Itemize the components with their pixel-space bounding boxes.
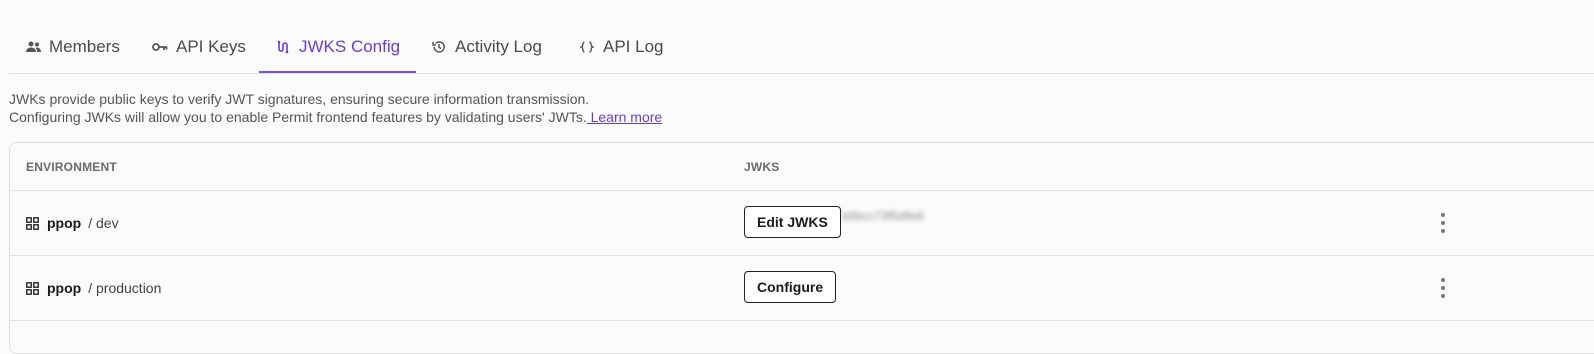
grid-icon: [26, 216, 39, 230]
grid-icon: [26, 281, 39, 295]
table-row: ppop / production Configure: [10, 256, 1594, 321]
tab-label: API Log: [603, 37, 664, 56]
table-header: ENVIRONMENT JWKS: [10, 143, 1594, 191]
tab-activity-log[interactable]: Activity Log: [431, 22, 542, 72]
jwks-table: ENVIRONMENT JWKS ppop / dev b0bcc73f5d9e…: [9, 142, 1594, 354]
column-header-environment: ENVIRONMENT: [26, 160, 117, 174]
environment-name: / production: [88, 280, 162, 296]
description-line-2-text: Configuring JWKs will allow you to enabl…: [9, 109, 587, 125]
project-name: ppop: [47, 280, 82, 296]
environment-cell: ppop / production: [26, 256, 161, 320]
environment-cell: ppop / dev: [26, 191, 119, 255]
code-icon: [579, 39, 595, 55]
tab-api-log[interactable]: API Log: [579, 22, 664, 72]
tab-label: API Keys: [176, 37, 246, 56]
tab-members[interactable]: Members: [25, 22, 120, 72]
jwks-description: JWKs provide public keys to verify JWT s…: [9, 90, 662, 126]
tab-bar: Members API Keys JWKS Config Activity Lo…: [9, 22, 1594, 74]
more-options-icon[interactable]: [1435, 278, 1451, 298]
tab-label: Activity Log: [455, 37, 542, 56]
configure-button[interactable]: Configure: [744, 271, 837, 303]
environment-name: / dev: [88, 215, 119, 231]
jwks-value-redacted: b0bcc73f5d9e6: [842, 209, 925, 223]
tab-label: JWKS Config: [299, 37, 401, 56]
tab-jwks-config[interactable]: JWKS Config: [259, 22, 417, 73]
key-icon: [152, 39, 168, 55]
tab-api-keys[interactable]: API Keys: [152, 22, 246, 72]
description-line-1: JWKs provide public keys to verify JWT s…: [9, 91, 590, 107]
column-header-jwks: JWKS: [744, 160, 780, 174]
learn-more-link[interactable]: Learn more: [587, 109, 663, 125]
history-icon: [431, 39, 447, 55]
project-name: ppop: [47, 215, 82, 231]
more-options-icon[interactable]: [1435, 213, 1451, 233]
jwks-icon: [275, 39, 291, 55]
people-icon: [25, 39, 41, 55]
description-line-2: Configuring JWKs will allow you to enabl…: [9, 108, 662, 126]
tab-label: Members: [49, 37, 120, 56]
table-row: ppop / dev b0bcc73f5d9e6 Edit JWKS: [10, 191, 1594, 256]
edit-jwks-button[interactable]: Edit JWKS: [744, 206, 841, 238]
